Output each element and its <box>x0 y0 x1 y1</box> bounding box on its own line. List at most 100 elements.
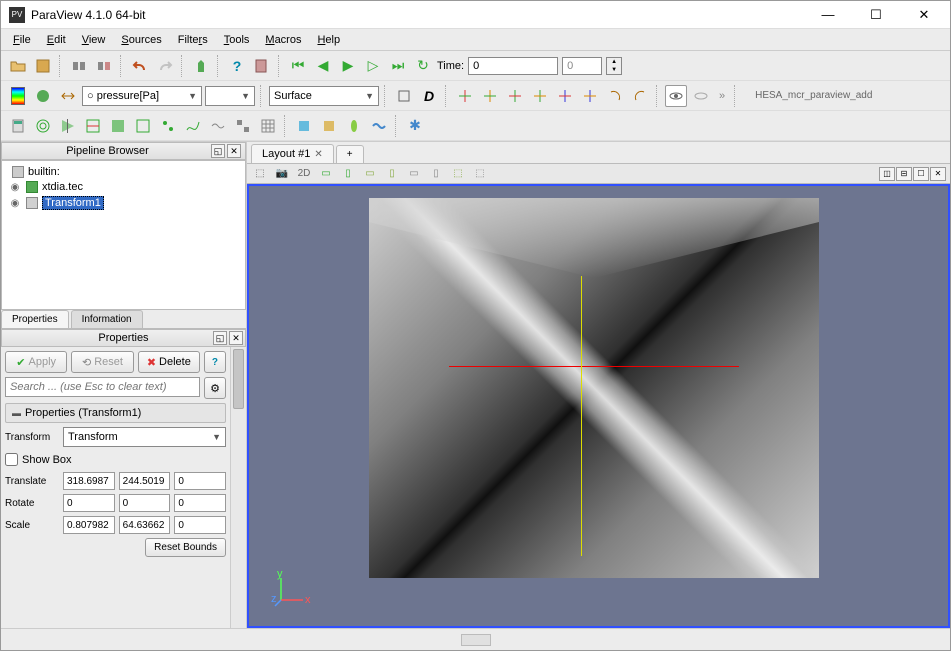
stream-icon[interactable] <box>182 115 204 137</box>
rotate-y-input[interactable] <box>119 494 171 512</box>
connect-icon[interactable] <box>68 55 90 77</box>
time-spinner[interactable]: ▲▼ <box>606 57 622 75</box>
tab-layout-1[interactable]: Layout #1✕ <box>251 144 334 163</box>
find-data-icon[interactable] <box>251 55 273 77</box>
view-render-icon[interactable]: ⬚ <box>251 166 269 182</box>
scale-y-input[interactable] <box>119 516 171 534</box>
reset-bounds-button[interactable]: Reset Bounds <box>145 538 226 557</box>
threshold-icon[interactable] <box>107 115 129 137</box>
reset-camera-icon[interactable] <box>393 85 415 107</box>
slice-icon[interactable] <box>82 115 104 137</box>
view-select2-icon[interactable]: ▯ <box>339 166 357 182</box>
view-select7-icon[interactable]: ⬚ <box>449 166 467 182</box>
rotate-z-input[interactable] <box>174 494 226 512</box>
help-icon[interactable]: ? <box>226 55 248 77</box>
tree-item-source[interactable]: ◉ xtdia.tec <box>18 179 241 195</box>
representation-dropdown[interactable]: Surface▼ <box>269 86 379 106</box>
section-properties[interactable]: ▬ Properties (Transform1) <box>5 403 226 423</box>
menu-sources[interactable]: Sources <box>115 32 167 48</box>
maximize-view-icon[interactable]: ☐ <box>913 167 929 181</box>
view-ny-icon[interactable] <box>529 85 551 107</box>
contour-icon[interactable] <box>32 115 54 137</box>
eye-closed-icon[interactable] <box>690 85 712 107</box>
close-button[interactable]: ✕ <box>906 5 942 25</box>
view-select6-icon[interactable]: ▯ <box>427 166 445 182</box>
reset-button[interactable]: ⟲Reset <box>71 351 133 373</box>
view-camera-icon[interactable]: 📷 <box>273 166 291 182</box>
scale-z-input[interactable] <box>174 516 226 534</box>
extract-grid-icon[interactable] <box>257 115 279 137</box>
prev-frame-icon[interactable]: ◀ <box>312 55 334 77</box>
next-frame-icon[interactable]: ▷ <box>362 55 384 77</box>
menu-edit[interactable]: Edit <box>41 32 72 48</box>
scale-x-input[interactable] <box>63 516 115 534</box>
common-2-icon[interactable] <box>318 115 340 137</box>
translate-x-input[interactable] <box>63 472 115 490</box>
view-select8-icon[interactable]: ⬚ <box>471 166 489 182</box>
view-select-icon[interactable]: ▭ <box>317 166 335 182</box>
close-tab-icon[interactable]: ✕ <box>314 149 322 160</box>
color-editor-icon[interactable] <box>32 85 54 107</box>
macro-label[interactable]: HESA_mcr_paraview_add <box>755 90 872 101</box>
tree-item-transform[interactable]: ◉ Transform1 <box>18 195 241 211</box>
rotate-x-input[interactable] <box>63 494 115 512</box>
variable-dropdown[interactable]: ○ pressure[Pa]▼ <box>82 86 202 106</box>
calculator-icon[interactable] <box>7 115 29 137</box>
showbox-checkbox[interactable] <box>5 453 18 466</box>
minimize-button[interactable]: — <box>810 5 846 25</box>
rotate-90-icon[interactable] <box>604 85 626 107</box>
undo-icon[interactable] <box>129 55 151 77</box>
view-2d-button[interactable]: 2D <box>295 166 313 182</box>
group-icon[interactable] <box>232 115 254 137</box>
maximize-button[interactable]: ☐ <box>858 5 894 25</box>
time-end-input[interactable] <box>562 57 602 75</box>
props-scrollbar[interactable] <box>230 347 246 628</box>
save-icon[interactable] <box>32 55 54 77</box>
extract-icon[interactable] <box>132 115 154 137</box>
search-input[interactable] <box>5 377 200 397</box>
render-view[interactable]: y x z <box>247 184 950 628</box>
menu-file[interactable]: File <box>7 32 37 48</box>
redo-icon[interactable] <box>154 55 176 77</box>
visibility-icon[interactable]: ◉ <box>8 196 22 210</box>
eye-icon[interactable] <box>665 85 687 107</box>
props-help-button[interactable]: ? <box>204 351 226 373</box>
apply-icon[interactable] <box>190 55 212 77</box>
pipeline-browser[interactable]: builtin: ◉ xtdia.tec ◉ Transform1 <box>1 160 246 310</box>
view-nz-icon[interactable] <box>579 85 601 107</box>
common-5-icon[interactable]: ✱ <box>404 115 426 137</box>
menu-filters[interactable]: Filters <box>172 32 214 48</box>
rotate-90cc-icon[interactable] <box>629 85 651 107</box>
last-frame-icon[interactable]: ⏭ <box>387 55 409 77</box>
delete-button[interactable]: ✖Delete <box>138 351 200 373</box>
view-select5-icon[interactable]: ▭ <box>405 166 423 182</box>
tab-properties[interactable]: Properties <box>1 310 69 328</box>
time-input[interactable] <box>468 57 558 75</box>
apply-button[interactable]: ✔Apply <box>5 351 67 373</box>
component-dropdown[interactable]: ▼ <box>205 86 255 106</box>
pipeline-float-icon[interactable]: ◱ <box>211 144 225 158</box>
view-py-icon[interactable] <box>504 85 526 107</box>
menu-help[interactable]: Help <box>311 32 346 48</box>
translate-z-input[interactable] <box>174 472 226 490</box>
advanced-gear-icon[interactable]: ⚙ <box>204 377 226 399</box>
zoom-to-data-icon[interactable]: D <box>418 85 440 107</box>
play-icon[interactable]: ▶ <box>337 55 359 77</box>
common-3-icon[interactable] <box>343 115 365 137</box>
view-pz-icon[interactable] <box>554 85 576 107</box>
first-frame-icon[interactable]: ⏮ <box>287 55 309 77</box>
menu-tools[interactable]: Tools <box>218 32 256 48</box>
disconnect-icon[interactable] <box>93 55 115 77</box>
color-map-icon[interactable] <box>7 85 29 107</box>
warp-icon[interactable] <box>207 115 229 137</box>
view-px-icon[interactable] <box>454 85 476 107</box>
tab-information[interactable]: Information <box>71 310 143 328</box>
transform-dropdown[interactable]: Transform▼ <box>63 427 226 447</box>
visibility-icon[interactable]: ◉ <box>8 180 22 194</box>
clip-icon[interactable] <box>57 115 79 137</box>
split-v-icon[interactable]: ⊟ <box>896 167 912 181</box>
view-select4-icon[interactable]: ▯ <box>383 166 401 182</box>
rescale-icon[interactable] <box>57 85 79 107</box>
open-icon[interactable] <box>7 55 29 77</box>
props-float-icon[interactable]: ◱ <box>213 331 227 345</box>
